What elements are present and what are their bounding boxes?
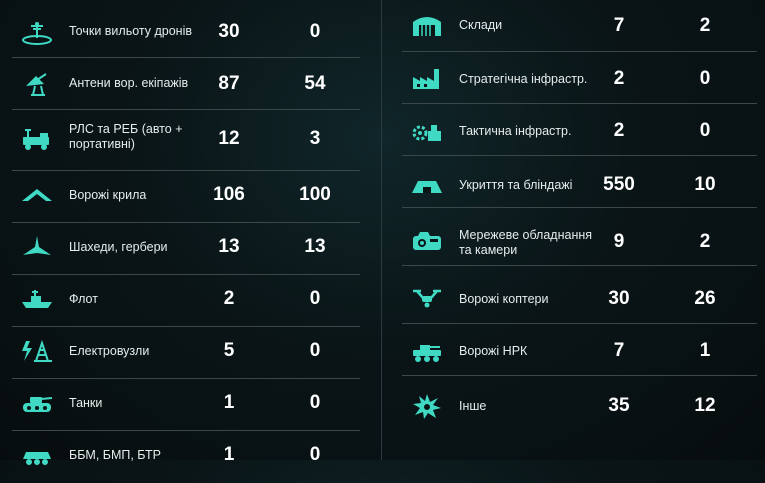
warship-icon	[19, 284, 55, 314]
stat-label: Ворожі крила	[69, 188, 147, 202]
stat-value-2: 10	[694, 174, 716, 195]
row-divider	[402, 207, 757, 208]
stat-value-1: 30	[218, 21, 240, 42]
stat-label-line: РЛС та РЕБ (авто +	[69, 122, 183, 136]
stat-value-2: 0	[699, 68, 711, 89]
stat-value-1: 7	[613, 340, 625, 361]
stat-value-2: 26	[694, 288, 716, 309]
stat-value-2: 0	[309, 21, 321, 42]
stat-value-2: 0	[309, 444, 321, 465]
stat-value-2: 1	[699, 340, 711, 361]
stat-value-1: 5	[223, 340, 235, 361]
row-divider	[402, 265, 757, 266]
stat-label-line: Мережеве обладнання	[459, 228, 593, 242]
quadcopter-icon	[409, 283, 445, 313]
warehouse-icon	[409, 11, 445, 41]
stat-value-1: 1	[223, 444, 235, 465]
stat-label-line: портативні)	[69, 137, 135, 151]
stat-label: Ворожі НРК	[459, 344, 528, 358]
stat-label: Стратегічна інфрастр.	[459, 72, 588, 86]
stat-label: Антени вор. екіпажів	[69, 76, 189, 90]
armored-vehicle-icon	[19, 440, 55, 470]
stat-label: ББМ, БМП, БТР	[69, 448, 161, 462]
stat-value-2: 54	[304, 73, 326, 94]
tactical-infrastructure-icon	[409, 116, 445, 146]
stat-value-2: 0	[699, 120, 711, 141]
stat-value-2: 0	[309, 288, 321, 309]
stat-row-warehouses: Склади 7 2	[402, 0, 765, 52]
stat-label: Танки	[69, 396, 103, 410]
stat-label: Шахеди, гербери	[69, 240, 168, 254]
explosion-icon	[409, 391, 445, 421]
stat-value-1: 2	[613, 120, 625, 141]
stat-row-enemy-ground-robots: Ворожі НРК 7 1	[402, 324, 765, 376]
stat-label: Ворожі коптери	[459, 292, 549, 306]
fixed-wing-drone-icon	[19, 180, 55, 210]
stat-label: Точки вильоту дронів	[69, 24, 192, 38]
stat-value-2: 2	[699, 15, 711, 36]
stat-row-network-cameras: Мережеве обладнання та камери 9 2	[402, 214, 765, 266]
stat-value-2: 13	[304, 236, 326, 257]
stat-row-tanks: Танки 1 0	[0, 379, 360, 431]
stat-value-2: 0	[309, 340, 321, 361]
stat-value-1: 87	[218, 73, 240, 94]
ground-robot-icon	[409, 337, 445, 367]
stat-value-1: 35	[608, 395, 630, 416]
stat-row-enemy-wings: Ворожі крила 106 100	[0, 171, 360, 223]
antenna-icon	[19, 69, 55, 99]
stat-row-antennas: Антени вор. екіпажів 87 54	[0, 58, 360, 110]
factory-icon	[409, 64, 445, 94]
tank-icon	[19, 388, 55, 418]
stat-value-1: 7	[613, 15, 625, 36]
shahed-drone-icon	[19, 232, 55, 262]
stat-label-line: та камери	[459, 243, 518, 257]
stat-value-1: 12	[218, 128, 240, 149]
stat-value-2: 100	[299, 184, 331, 205]
stat-value-1: 9	[613, 231, 625, 252]
stat-row-strategic-infrastructure: Стратегічна інфрастр. 2 0	[402, 52, 765, 104]
stat-row-shaheds: Шахеди, гербери 13 13	[0, 223, 360, 275]
stat-row-armored: ББМ, БМП, БТР 1 0	[0, 431, 360, 483]
stat-label: Тактична інфрастр.	[459, 124, 572, 138]
stat-label: Інше	[459, 399, 487, 413]
stat-row-other: Інше 35 12	[402, 376, 765, 428]
stat-value-1: 106	[213, 184, 245, 205]
stat-label: Укриття та бліндажі	[459, 178, 573, 192]
stat-row-power-nodes: Електровузли 5 0	[0, 327, 360, 379]
stat-value-2: 0	[309, 392, 321, 413]
stat-row-tactical-infrastructure: Тактична інфрастр. 2 0	[402, 104, 765, 156]
drone-launch-point-icon	[19, 17, 55, 47]
stat-label: РЛС та РЕБ (авто + портативні)	[69, 122, 183, 152]
stat-value-1: 550	[603, 174, 635, 195]
stat-label: Склади	[459, 18, 503, 32]
stat-value-1: 30	[608, 288, 630, 309]
stat-label: Мережеве обладнання та камери	[459, 228, 592, 258]
stat-value-1: 1	[223, 392, 235, 413]
network-camera-icon	[409, 227, 445, 257]
stat-value-1: 2	[613, 68, 625, 89]
power-substation-icon	[19, 336, 55, 366]
stat-row-enemy-copters: Ворожі коптери 30 26	[402, 272, 765, 324]
stat-value-1: 2	[223, 288, 235, 309]
stat-label: Флот	[69, 292, 98, 306]
column-divider	[381, 0, 382, 460]
stat-label: Електровузли	[69, 344, 150, 358]
stat-value-2: 3	[309, 128, 321, 149]
stat-row-shelters: Укриття та бліндажі 550 10	[402, 156, 765, 208]
stat-row-drone-launch-points: Точки вильоту дронів 30 0	[0, 6, 360, 58]
bunker-icon	[409, 170, 445, 200]
stat-value-2: 2	[699, 231, 711, 252]
stat-row-fleet: Флот 2 0	[0, 275, 360, 327]
stat-value-2: 12	[694, 395, 716, 416]
stat-value-1: 13	[218, 236, 240, 257]
radar-ew-vehicle-icon	[19, 124, 55, 154]
stat-row-radar-ew: РЛС та РЕБ (авто + портативні) 12 3	[0, 110, 360, 171]
